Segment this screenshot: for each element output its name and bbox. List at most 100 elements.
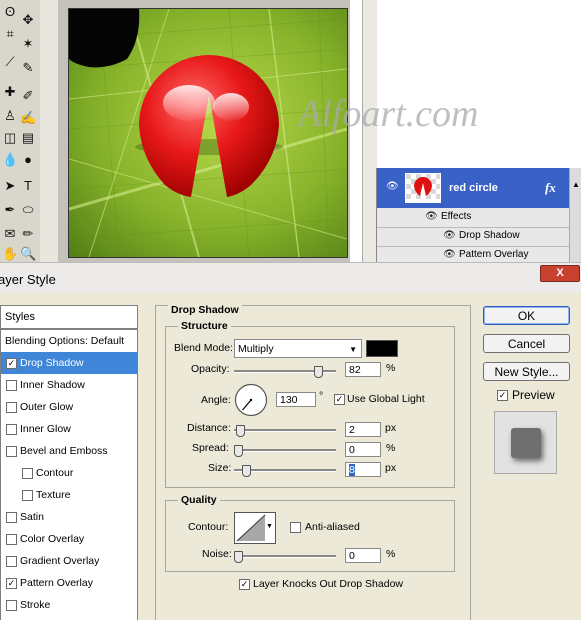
brush-tool-icon[interactable]: ✐ <box>20 88 36 104</box>
style-item-checkbox[interactable] <box>6 600 17 611</box>
dodge-tool-icon[interactable]: ● <box>20 152 36 168</box>
fx-icon[interactable]: fx <box>545 180 556 196</box>
notes-tool-icon[interactable]: ✉ <box>2 226 18 242</box>
style-item-label: Color Overlay <box>20 533 85 545</box>
preview-checkbox[interactable]: ✓ <box>497 390 508 401</box>
percent-unit: % <box>386 442 396 454</box>
pen-tool-icon[interactable]: ✒ <box>2 202 18 218</box>
cancel-button[interactable]: Cancel <box>483 334 570 353</box>
eye-icon[interactable]: 👁 <box>443 230 456 241</box>
style-item[interactable]: Bevel and Emboss <box>1 440 137 462</box>
type-tool-icon[interactable]: T <box>20 178 36 194</box>
spread-field[interactable]: 0 <box>345 442 381 457</box>
quality-title: Quality <box>178 494 220 506</box>
scroll-up-arrow-icon[interactable]: ▲ <box>572 180 580 189</box>
chevron-down-icon: ▼ <box>266 523 273 530</box>
style-item-checkbox[interactable]: ✓ <box>6 578 17 589</box>
eye-icon[interactable]: 👁 <box>425 211 438 222</box>
angle-field[interactable]: 130 <box>276 392 316 407</box>
style-item-checkbox[interactable] <box>6 380 17 391</box>
ellipse-tool-icon[interactable]: ⬭ <box>20 202 36 218</box>
shadow-color-swatch[interactable] <box>366 340 398 357</box>
style-item[interactable]: ✓ Pattern Overlay <box>1 572 137 594</box>
style-item-checkbox[interactable] <box>6 402 17 413</box>
spread-slider-thumb[interactable] <box>234 445 243 457</box>
lasso-tool-icon[interactable]: ʘ <box>2 4 18 20</box>
layers-panel: 👁 red circle fx 👁 Effects 👁 Drop Shadow … <box>376 168 581 262</box>
style-item-checkbox[interactable] <box>6 446 17 457</box>
use-global-light-checkbox[interactable]: ✓ <box>334 394 345 405</box>
healing-brush-icon[interactable]: ✚ <box>2 84 18 100</box>
history-brush-icon[interactable]: ✍ <box>20 110 36 126</box>
style-item-checkbox[interactable] <box>6 534 17 545</box>
distance-field[interactable]: 2 <box>345 422 381 437</box>
watermark: Alfoart.com <box>298 93 479 135</box>
style-item[interactable]: Inner Glow <box>1 418 137 440</box>
opacity-field[interactable]: 82 <box>345 362 381 377</box>
slice-tool-icon[interactable]: ⟋ <box>2 54 18 70</box>
opacity-slider[interactable] <box>234 366 336 378</box>
eyedropper-tool-icon[interactable]: ✏ <box>20 226 36 242</box>
size-slider[interactable] <box>234 465 336 477</box>
distance-slider-thumb[interactable] <box>236 425 245 437</box>
layer-row-red-circle[interactable]: 👁 red circle fx <box>377 168 569 208</box>
style-item[interactable]: Blending Options: Default <box>1 330 137 352</box>
hand-tool-icon[interactable]: ✋ <box>2 246 18 262</box>
angle-dial[interactable] <box>234 383 268 417</box>
style-item-checkbox[interactable] <box>22 490 33 501</box>
ok-button[interactable]: OK <box>483 306 570 325</box>
noise-slider[interactable] <box>234 551 336 563</box>
distance-slider[interactable] <box>234 425 336 437</box>
contour-picker[interactable]: ▼ <box>234 512 276 544</box>
magic-wand-icon[interactable]: ✶ <box>20 36 36 52</box>
style-item-checkbox[interactable] <box>6 512 17 523</box>
eyedropper-icon[interactable]: ✎ <box>20 60 36 76</box>
close-button[interactable]: X <box>540 265 580 282</box>
spread-slider[interactable] <box>234 445 336 457</box>
style-item-checkbox[interactable] <box>6 424 17 435</box>
effect-row-drop-shadow[interactable]: 👁 Drop Shadow <box>377 227 569 247</box>
knocks-out-checkbox[interactable]: ✓ <box>239 579 250 590</box>
style-item[interactable]: Texture <box>1 484 137 506</box>
dialog-titlebar[interactable]: ayer Style <box>0 262 581 293</box>
style-item[interactable]: Gradient Overlay <box>1 550 137 572</box>
opacity-slider-thumb[interactable] <box>314 366 323 378</box>
size-field[interactable]: 8 <box>345 462 381 477</box>
style-item-checkbox[interactable] <box>22 468 33 479</box>
move-tool-icon[interactable]: ✥ <box>20 12 36 28</box>
noise-field[interactable]: 0 <box>345 548 381 563</box>
style-item[interactable]: Stroke <box>1 594 137 616</box>
opacity-label: Opacity: <box>191 363 230 375</box>
style-item[interactable]: Color Overlay <box>1 528 137 550</box>
path-selection-icon[interactable]: ➤ <box>2 178 18 194</box>
gradient-tool-icon[interactable]: ▤ <box>20 130 36 146</box>
contour-curve-icon <box>236 514 266 542</box>
style-item-checkbox[interactable] <box>6 556 17 567</box>
layers-scrollbar[interactable]: ▲ <box>569 168 581 262</box>
eye-icon[interactable]: 👁 <box>386 181 399 192</box>
eraser-icon[interactable]: ◫ <box>2 130 18 146</box>
style-item-checkbox[interactable]: ✓ <box>6 358 17 369</box>
size-slider-thumb[interactable] <box>242 465 251 477</box>
noise-slider-thumb[interactable] <box>234 551 243 563</box>
style-item[interactable]: Contour <box>1 462 137 484</box>
style-item[interactable]: Inner Shadow <box>1 374 137 396</box>
preview-box <box>494 411 557 474</box>
style-item-label: Inner Shadow <box>20 379 85 391</box>
style-item-label: Stroke <box>20 599 51 611</box>
effects-row[interactable]: 👁 Effects <box>377 208 569 228</box>
style-item[interactable]: ✓ Drop Shadow <box>1 352 137 374</box>
style-item[interactable]: Satin <box>1 506 137 528</box>
layer-thumbnail <box>405 173 441 203</box>
new-style-button[interactable]: New Style... <box>483 362 570 381</box>
eye-icon[interactable]: 👁 <box>443 249 456 260</box>
clone-stamp-icon[interactable]: ♙ <box>2 108 18 124</box>
anti-aliased-checkbox[interactable] <box>290 522 301 533</box>
styles-header[interactable]: Styles <box>0 305 138 329</box>
crop-tool-icon[interactable]: ⌗ <box>2 26 18 42</box>
zoom-tool-icon[interactable]: 🔍 <box>20 246 36 262</box>
effect-row-pattern-overlay[interactable]: 👁 Pattern Overlay <box>377 246 569 262</box>
style-item[interactable]: Outer Glow <box>1 396 137 418</box>
blur-tool-icon[interactable]: 💧 <box>2 152 18 168</box>
blend-mode-select[interactable]: Multiply ▼ <box>234 339 362 358</box>
